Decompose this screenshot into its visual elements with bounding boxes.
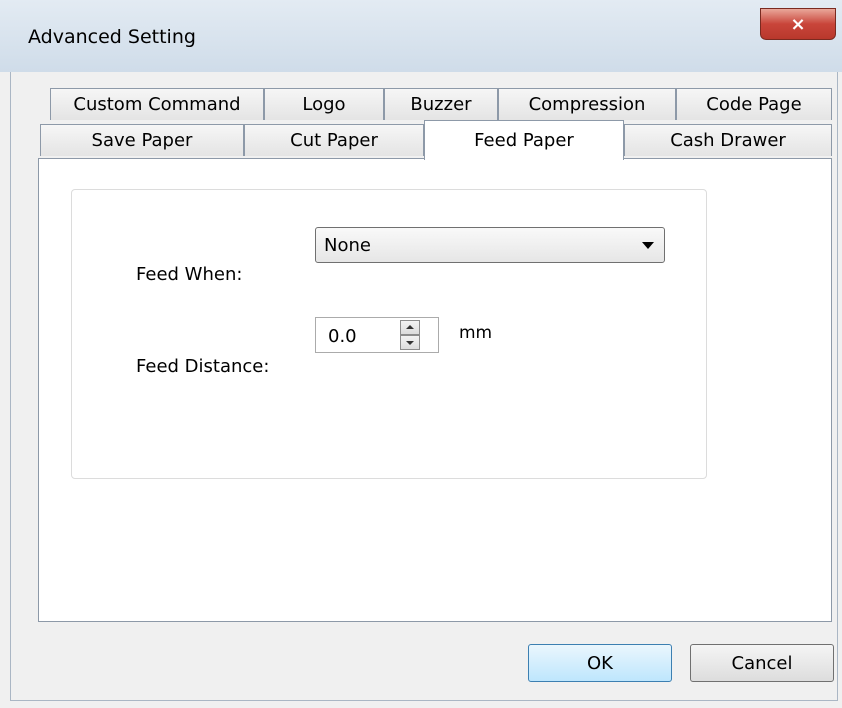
arrow-down-icon	[406, 341, 414, 345]
ok-button[interactable]: OK	[528, 644, 672, 682]
window-title: Advanced Setting	[28, 26, 196, 48]
spin-down-button[interactable]	[400, 335, 420, 350]
title-bar[interactable]: Advanced Setting ×	[0, 0, 842, 72]
tab-save-paper[interactable]: Save Paper	[40, 124, 244, 156]
close-button[interactable]: ×	[760, 8, 836, 40]
feed-distance-label: Feed Distance:	[136, 356, 270, 377]
cancel-button[interactable]: Cancel	[690, 644, 834, 682]
tab-code-page[interactable]: Code Page	[676, 88, 832, 120]
feed-distance-stepper[interactable]: 0.0	[315, 317, 439, 353]
window-bottom-border	[10, 700, 838, 701]
tab-logo[interactable]: Logo	[264, 88, 384, 120]
feed-when-value: None	[324, 235, 371, 256]
spin-buttons	[400, 320, 420, 350]
feed-when-select[interactable]: None	[315, 227, 665, 263]
chevron-down-icon	[642, 242, 654, 249]
spin-up-button[interactable]	[400, 320, 420, 335]
feed-when-label: Feed When:	[136, 264, 243, 285]
tab-custom-command[interactable]: Custom Command	[50, 88, 264, 120]
close-icon: ×	[790, 13, 806, 35]
feed-distance-value: 0.0	[328, 326, 357, 347]
tab-feed-paper[interactable]: Feed Paper	[424, 120, 624, 160]
tab-cash-drawer[interactable]: Cash Drawer	[624, 124, 832, 156]
tab-compression[interactable]: Compression	[498, 88, 676, 120]
arrow-up-icon	[406, 325, 414, 329]
tab-cut-paper[interactable]: Cut Paper	[244, 124, 424, 156]
feed-distance-unit: mm	[459, 323, 493, 343]
tab-buzzer[interactable]: Buzzer	[384, 88, 498, 120]
advanced-setting-dialog: Advanced Setting × Custom Command Logo B…	[0, 0, 842, 708]
feed-paper-panel: Feed When: Feed Distance: None 0.0 mm	[38, 158, 832, 622]
